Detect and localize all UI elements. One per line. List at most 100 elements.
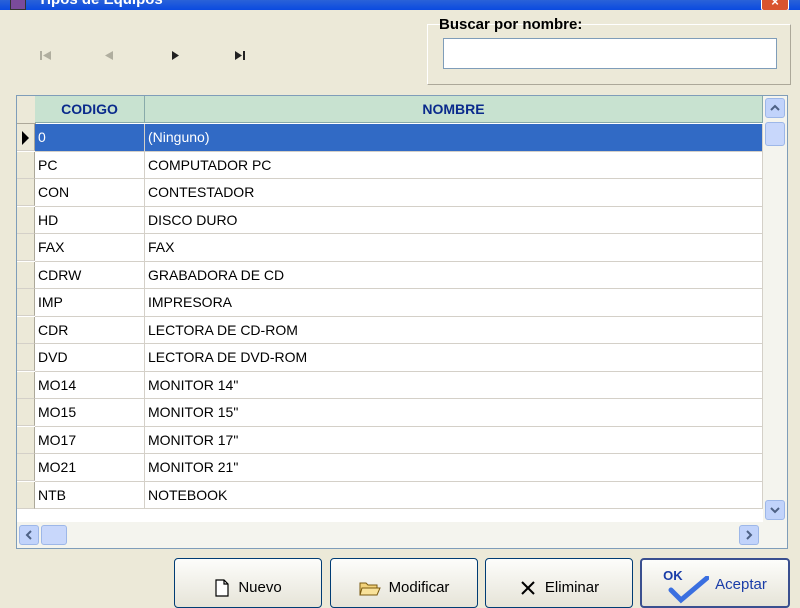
horizontal-scrollbar[interactable] xyxy=(17,522,787,548)
chevron-down-icon xyxy=(770,507,780,514)
cell-codigo[interactable]: MO21 xyxy=(35,454,145,482)
header-corner xyxy=(17,96,36,124)
table-row[interactable]: CDRW GRABADORA DE CD xyxy=(17,261,763,289)
row-indicator xyxy=(17,124,35,151)
cell-nombre[interactable]: MONITOR 14" xyxy=(145,371,763,399)
vertical-scrollbar[interactable] xyxy=(763,96,787,522)
table-row[interactable]: HD DISCO DURO xyxy=(17,206,763,234)
row-indicator xyxy=(17,399,35,426)
cell-codigo[interactable]: DVD xyxy=(35,344,145,372)
next-record-icon xyxy=(172,51,179,60)
row-indicator xyxy=(17,481,35,509)
table-row[interactable]: CON CONTESTADOR xyxy=(17,179,763,207)
scroll-down-button[interactable] xyxy=(765,500,785,520)
aceptar-button[interactable]: OK Aceptar xyxy=(640,558,790,608)
table-row[interactable]: NTB NOTEBOOK xyxy=(17,481,763,509)
delete-x-icon xyxy=(519,579,537,597)
chevron-up-icon xyxy=(770,104,780,111)
cell-nombre[interactable]: MONITOR 21" xyxy=(145,454,763,482)
table-row[interactable]: 0 (Ninguno) xyxy=(17,124,763,152)
cell-nombre[interactable]: MONITOR 15" xyxy=(145,399,763,427)
cell-codigo[interactable]: NTB xyxy=(35,481,145,509)
row-indicator xyxy=(17,371,35,399)
cell-nombre[interactable]: CONTESTADOR xyxy=(145,179,763,207)
cell-codigo[interactable]: CDR xyxy=(35,316,145,344)
eliminar-label: Eliminar xyxy=(544,579,600,596)
cell-codigo[interactable]: HD xyxy=(35,206,145,234)
cell-nombre[interactable]: LECTORA DE DVD-ROM xyxy=(145,344,763,372)
data-grid: CODIGO NOMBRE 0 (Ninguno) PC COMPUTADOR PC C… xyxy=(16,95,788,549)
scroll-up-button[interactable] xyxy=(765,98,785,118)
row-indicator xyxy=(17,289,35,316)
cell-nombre[interactable]: NOTEBOOK xyxy=(145,481,763,509)
table-row[interactable]: IMP IMPRESORA xyxy=(17,289,763,317)
search-input[interactable] xyxy=(443,38,777,69)
next-record-button[interactable] xyxy=(163,44,187,66)
cell-codigo[interactable]: MO17 xyxy=(35,426,145,454)
cell-nombre[interactable]: DISCO DURO xyxy=(145,206,763,234)
new-document-icon xyxy=(214,579,230,597)
cell-nombre[interactable]: GRABADORA DE CD xyxy=(145,261,763,289)
cell-codigo[interactable]: PC xyxy=(35,151,145,179)
app-icon xyxy=(10,0,26,10)
first-record-icon xyxy=(40,51,51,60)
window-title: Tipos de Equipos xyxy=(38,0,163,8)
previous-record-button[interactable] xyxy=(97,44,121,66)
cell-codigo[interactable]: IMP xyxy=(35,289,145,317)
cell-nombre[interactable]: IMPRESORA xyxy=(145,289,763,317)
first-record-button[interactable] xyxy=(34,44,58,66)
table-row[interactable]: MO14 MONITOR 14" xyxy=(17,371,763,399)
cell-nombre[interactable]: (Ninguno) xyxy=(145,124,763,152)
column-header-nombre[interactable]: NOMBRE xyxy=(145,96,763,123)
row-indicator xyxy=(17,151,35,179)
search-label: Buscar por nombre: xyxy=(439,16,583,33)
table-row[interactable]: MO15 MONITOR 15" xyxy=(17,399,763,427)
aceptar-label: Aceptar xyxy=(715,576,767,593)
row-indicator xyxy=(17,179,35,206)
last-record-icon xyxy=(235,51,245,60)
cell-nombre[interactable]: MONITOR 17" xyxy=(145,426,763,454)
previous-record-icon xyxy=(105,51,113,60)
scroll-right-button[interactable] xyxy=(739,525,759,545)
table-row[interactable]: DVD LECTORA DE DVD-ROM xyxy=(17,344,763,372)
cell-codigo[interactable]: 0 xyxy=(35,124,145,152)
row-indicator xyxy=(17,454,35,481)
last-record-button[interactable] xyxy=(228,44,252,66)
cell-nombre[interactable]: FAX xyxy=(145,234,763,262)
column-header-codigo[interactable]: CODIGO xyxy=(35,96,145,123)
cell-nombre[interactable]: LECTORA DE CD-ROM xyxy=(145,316,763,344)
table-row[interactable]: MO21 MONITOR 21" xyxy=(17,454,763,482)
vertical-scroll-thumb[interactable] xyxy=(765,122,785,146)
row-indicator xyxy=(17,261,35,289)
chevron-right-icon xyxy=(746,530,753,540)
row-indicator xyxy=(17,426,35,454)
row-indicator xyxy=(17,316,35,344)
modificar-button[interactable]: Modificar xyxy=(330,558,478,608)
table-row[interactable]: PC COMPUTADOR PC xyxy=(17,151,763,179)
horizontal-scroll-thumb[interactable] xyxy=(41,525,67,545)
grid-header: CODIGO NOMBRE xyxy=(17,96,763,124)
table-row[interactable]: CDR LECTORA DE CD-ROM xyxy=(17,316,763,344)
cell-codigo[interactable]: MO14 xyxy=(35,371,145,399)
cell-codigo[interactable]: CDRW xyxy=(35,261,145,289)
row-indicator xyxy=(17,206,35,234)
current-row-arrow-icon xyxy=(22,131,29,145)
nuevo-button[interactable]: Nuevo xyxy=(174,558,322,608)
table-row[interactable]: MO17 MONITOR 17" xyxy=(17,426,763,454)
cell-codigo[interactable]: FAX xyxy=(35,234,145,262)
modificar-label: Modificar xyxy=(388,579,450,596)
chevron-left-icon xyxy=(25,530,32,540)
open-folder-icon xyxy=(358,579,381,597)
cell-codigo[interactable]: CON xyxy=(35,179,145,207)
cell-codigo[interactable]: MO15 xyxy=(35,399,145,427)
table-row[interactable]: FAX FAX xyxy=(17,234,763,262)
grid-rows: 0 (Ninguno) PC COMPUTADOR PC CON CONTESTADOR H… xyxy=(17,124,763,509)
row-indicator xyxy=(17,344,35,371)
row-indicator xyxy=(17,234,35,261)
close-button[interactable]: × xyxy=(761,0,789,10)
title-bar: Tipos de Equipos × xyxy=(0,0,800,10)
nuevo-label: Nuevo xyxy=(238,579,282,596)
cell-nombre[interactable]: COMPUTADOR PC xyxy=(145,151,763,179)
scroll-left-button[interactable] xyxy=(19,525,39,545)
eliminar-button[interactable]: Eliminar xyxy=(485,558,633,608)
